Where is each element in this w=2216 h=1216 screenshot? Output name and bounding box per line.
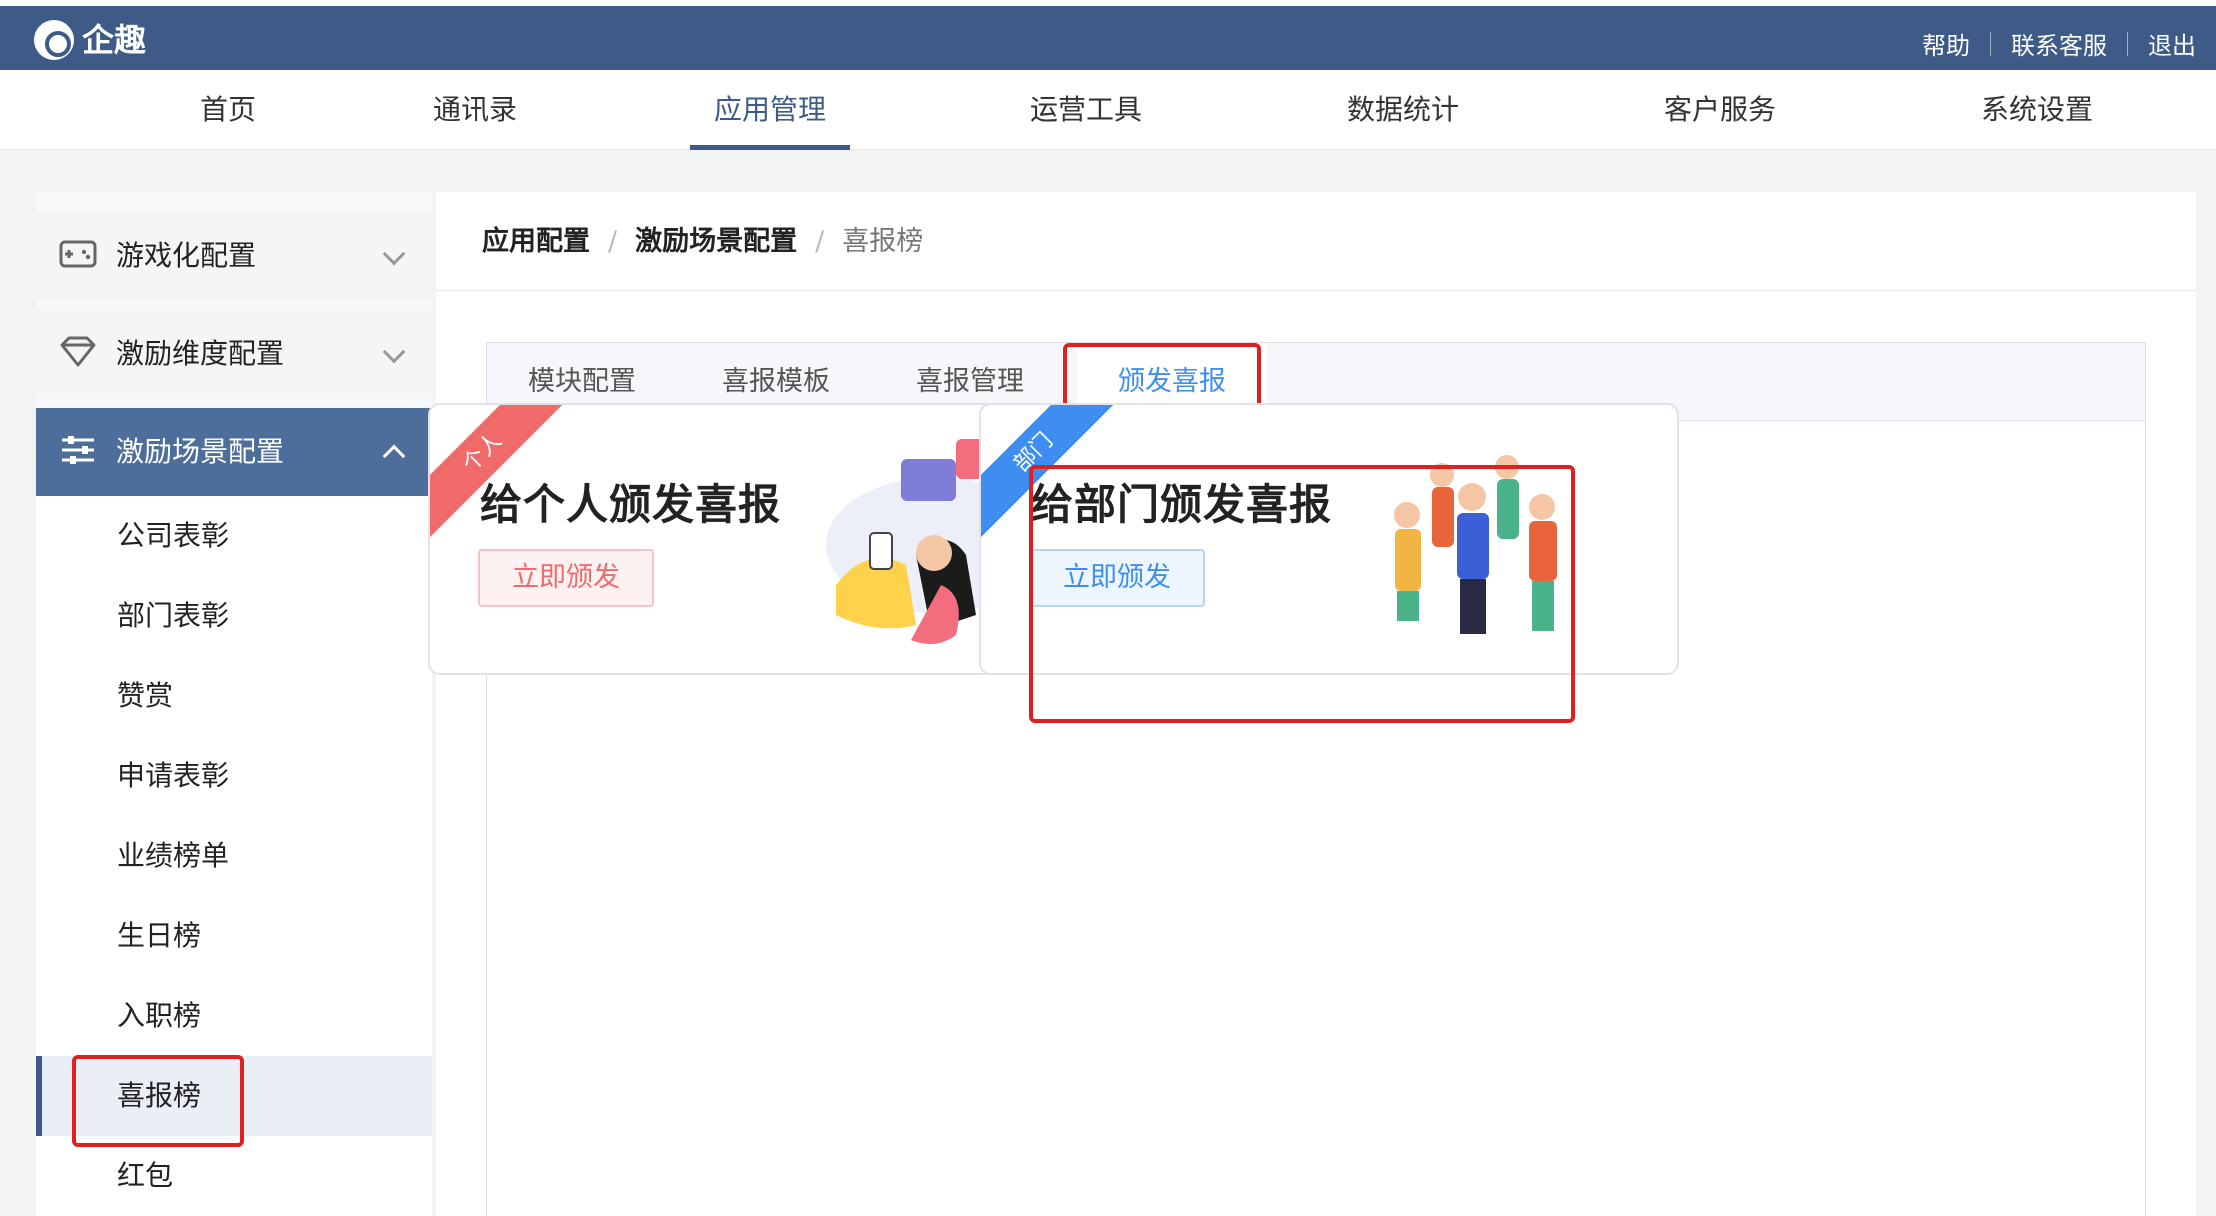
sidebar-group-incentive-dimension[interactable]: 激励维度配置: [36, 310, 432, 398]
main-content: 应用配置 / 激励场景配置 / 喜报榜 模块配置 喜报模板 喜报管理 颁发喜报 …: [428, 192, 2196, 1216]
app-name: 企趣: [82, 21, 147, 59]
chevron-down-icon: [382, 242, 406, 266]
sidebar-item-department-commendation[interactable]: 部门表彰: [36, 576, 432, 656]
gamepad-icon: [59, 240, 97, 268]
sidebar-item-performance-ranking[interactable]: 业绩榜单: [36, 816, 432, 896]
sidebar-item-label: 公司表彰: [117, 519, 230, 552]
sliders-icon: [62, 436, 94, 464]
breadcrumb: 应用配置 / 激励场景配置 / 喜报榜: [482, 222, 923, 262]
nav-contacts[interactable]: 通讯录: [433, 70, 517, 150]
sidebar-item-onboarding-list[interactable]: 入职榜: [36, 976, 432, 1056]
nav-statistics[interactable]: 数据统计: [1347, 70, 1459, 150]
breadcrumb-item[interactable]: 激励场景配置: [635, 222, 797, 262]
sidebar-group-label: 激励场景配置: [116, 435, 285, 468]
breadcrumb-current: 喜报榜: [842, 226, 924, 257]
top-header: 企趣 帮助 联系客服 退出: [0, 0, 2216, 70]
nav-system-settings[interactable]: 系统设置: [1981, 70, 2093, 150]
sidebar-group-gamification[interactable]: 游戏化配置: [36, 212, 432, 300]
main-nav: 首页 通讯录 应用管理 运营工具 数据统计 客户服务 系统设置: [0, 70, 2216, 150]
sidebar: 游戏化配置 激励维度配置 激励场景配置 公司表彰 部门表彰 赞赏 申请表彰 业绩…: [36, 192, 432, 1216]
chevron-up-icon: [382, 444, 406, 468]
top-links: 帮助 联系客服 退出: [1922, 26, 2196, 61]
sidebar-item-apply-commendation[interactable]: 申请表彰: [36, 736, 432, 816]
highlight-box: [72, 1055, 244, 1147]
app-root: 企趣 帮助 联系客服 退出 首页 通讯录 应用管理 运营工具 数据统计 客户服务…: [0, 0, 2216, 1216]
tab-panel: 模块配置 喜报模板 喜报管理 颁发喜报 个人 给个人颁发喜报 立即颁发 部门 给…: [428, 342, 2146, 1216]
logout-link[interactable]: 退出: [2148, 26, 2196, 61]
divider: [1990, 31, 1991, 56]
highlight-box: [1029, 465, 1575, 723]
sidebar-item-label: 生日榜: [117, 919, 202, 952]
sidebar-group-incentive-scene[interactable]: 激励场景配置: [36, 408, 432, 496]
logo-icon: [34, 20, 74, 60]
sidebar-group-label: 激励维度配置: [116, 337, 285, 370]
sidebar-item-label: 部门表彰: [117, 599, 230, 632]
sidebar-item-label: 申请表彰: [117, 759, 230, 792]
breadcrumb-separator: /: [608, 226, 618, 257]
sidebar-item-label: 红包: [117, 1159, 174, 1192]
sidebar-item-birthday-list[interactable]: 生日榜: [36, 896, 432, 976]
sidebar-item-label: 入职榜: [117, 999, 202, 1032]
divider: [2127, 31, 2128, 56]
sidebar-group-label: 游戏化配置: [116, 239, 257, 272]
app-logo[interactable]: 企趣: [34, 20, 146, 60]
contact-support-link[interactable]: 联系客服: [2011, 26, 2107, 61]
sidebar-item-appreciation[interactable]: 赞赏: [36, 656, 432, 736]
nav-home[interactable]: 首页: [200, 70, 256, 150]
help-link[interactable]: 帮助: [1922, 26, 1970, 61]
nav-customer-service[interactable]: 客户服务: [1664, 70, 1776, 150]
sidebar-item-label: 业绩榜单: [117, 839, 230, 872]
divider: [436, 290, 2196, 291]
chevron-down-icon: [382, 340, 406, 364]
card-title: 给个人颁发喜报: [480, 480, 782, 529]
nav-operation-tools[interactable]: 运营工具: [1030, 70, 1142, 150]
breadcrumb-item[interactable]: 应用配置: [482, 222, 590, 262]
sidebar-item-red-packet[interactable]: 红包: [36, 1136, 432, 1216]
sidebar-item-label: 赞赏: [117, 679, 174, 712]
breadcrumb-separator: /: [815, 226, 825, 257]
diamond-icon: [60, 336, 96, 367]
nav-app-management[interactable]: 应用管理: [690, 70, 850, 150]
sidebar-item-company-commendation[interactable]: 公司表彰: [36, 496, 432, 576]
issue-now-button[interactable]: 立即颁发: [478, 549, 654, 607]
